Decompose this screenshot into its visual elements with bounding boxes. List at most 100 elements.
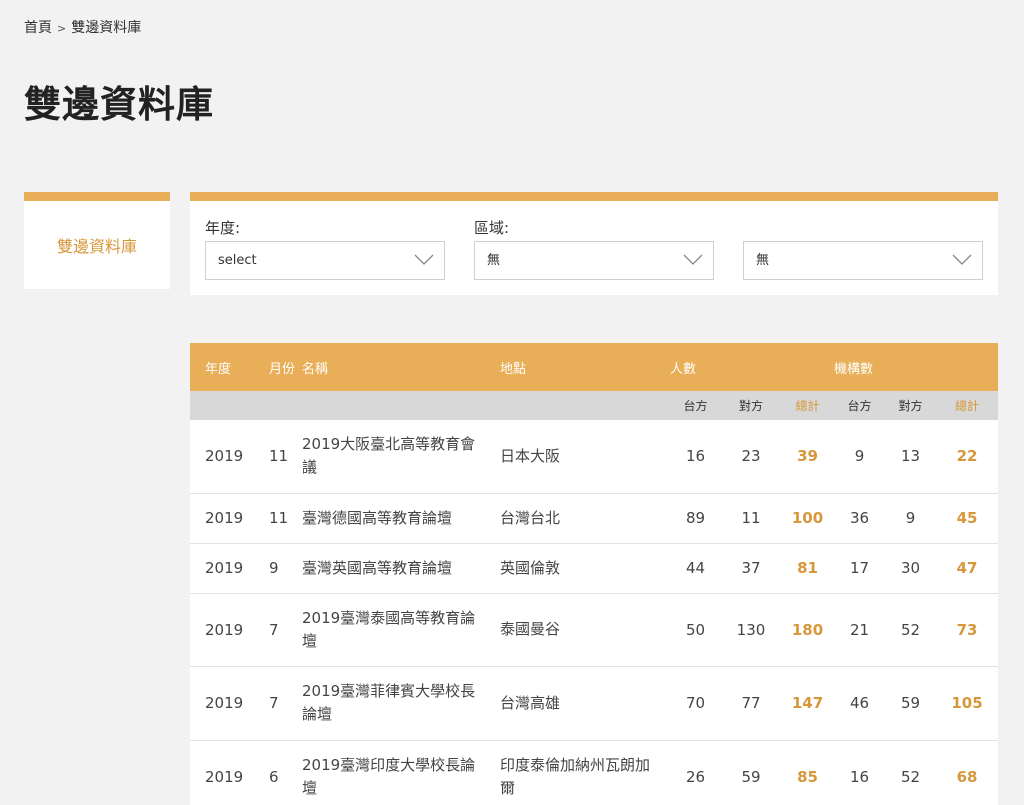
subheader-inst-partner: 對方 xyxy=(898,399,923,413)
table-row[interactable]: 2019 11 2019大阪臺北高等教育會議 日本大阪 16 23 39 9 1… xyxy=(190,420,998,494)
subheader-people-taiwan: 台方 xyxy=(683,399,708,413)
cell-year: 2019 xyxy=(190,493,254,544)
cell-name: 2019大阪臺北高等教育會議 xyxy=(302,420,500,494)
cell-inst-partner: 30 xyxy=(885,543,936,594)
cell-inst-total: 68 xyxy=(936,740,998,805)
cell-month: 6 xyxy=(254,740,302,805)
table-row[interactable]: 2019 11 臺灣德國高等教育論壇 台灣台北 89 11 100 36 9 4… xyxy=(190,493,998,544)
cell-inst-total: 73 xyxy=(936,593,998,667)
cell-inst-total: 45 xyxy=(936,493,998,544)
region-filter-label: 區域: xyxy=(474,219,510,237)
cell-location: 台灣高雄 xyxy=(500,666,670,741)
cell-name: 臺灣英國高等教育論壇 xyxy=(302,543,500,594)
breadcrumb-home-link[interactable]: 首頁 xyxy=(24,20,52,36)
cell-people-total: 81 xyxy=(781,543,834,594)
header-month: 月份 xyxy=(269,361,296,377)
cell-year: 2019 xyxy=(190,593,254,667)
cell-inst-total: 105 xyxy=(936,666,998,741)
table-row[interactable]: 2019 6 2019臺灣印度大學校長論壇 印度泰倫加納州瓦朗加爾 26 59 … xyxy=(190,740,998,805)
cell-month: 7 xyxy=(254,593,302,667)
header-institutions: 機構數 xyxy=(834,361,874,377)
region-select[interactable]: 無 xyxy=(474,241,714,280)
cell-inst-total: 47 xyxy=(936,543,998,594)
cell-inst-partner: 59 xyxy=(885,666,936,741)
subheader-inst-total: 總計 xyxy=(955,399,980,413)
data-table-container: 年度 月份 名稱 地點 人數 機構數 台方 對方 總計 台方 對方 總計 201… xyxy=(190,343,998,805)
sub-region-select-value: 無 xyxy=(756,253,770,268)
cell-inst-taiwan: 46 xyxy=(834,666,885,741)
subheader-people-total: 總計 xyxy=(795,399,820,413)
cell-location: 英國倫敦 xyxy=(500,543,670,594)
sub-region-select[interactable]: 無 xyxy=(743,241,983,280)
header-location: 地點 xyxy=(500,361,527,377)
cell-inst-partner: 52 xyxy=(885,740,936,805)
sidebar-nav: 雙邊資料庫 xyxy=(24,192,170,289)
cell-people-partner: 23 xyxy=(721,420,781,494)
cell-inst-partner: 9 xyxy=(885,493,936,544)
subheader-people-partner: 對方 xyxy=(738,399,763,413)
cell-people-taiwan: 16 xyxy=(670,420,721,494)
table-subheader-row: 台方 對方 總計 台方 對方 總計 xyxy=(190,391,998,420)
header-year: 年度 xyxy=(205,361,232,377)
cell-people-total: 100 xyxy=(781,493,834,544)
cell-people-partner: 130 xyxy=(721,593,781,667)
cell-people-total: 180 xyxy=(781,593,834,667)
cell-year: 2019 xyxy=(190,666,254,741)
cell-people-taiwan: 50 xyxy=(670,593,721,667)
cell-month: 9 xyxy=(254,543,302,594)
cell-inst-taiwan: 36 xyxy=(834,493,885,544)
cell-year: 2019 xyxy=(190,420,254,494)
cell-inst-taiwan: 21 xyxy=(834,593,885,667)
cell-people-partner: 59 xyxy=(721,740,781,805)
cell-inst-taiwan: 16 xyxy=(834,740,885,805)
cell-people-taiwan: 89 xyxy=(670,493,721,544)
cell-month: 11 xyxy=(254,420,302,494)
bilateral-data-table: 年度 月份 名稱 地點 人數 機構數 台方 對方 總計 台方 對方 總計 201… xyxy=(190,343,998,805)
breadcrumb-current[interactable]: 雙邊資料庫 xyxy=(71,20,141,36)
cell-people-total: 39 xyxy=(781,420,834,494)
cell-people-taiwan: 26 xyxy=(670,740,721,805)
cell-name: 2019臺灣印度大學校長論壇 xyxy=(302,740,500,805)
cell-location: 泰國曼谷 xyxy=(500,593,670,667)
year-select[interactable]: select xyxy=(205,241,445,280)
cell-inst-taiwan: 9 xyxy=(834,420,885,494)
cell-year: 2019 xyxy=(190,740,254,805)
chevron-down-icon xyxy=(683,254,703,265)
region-select-value: 無 xyxy=(487,253,501,268)
table-row[interactable]: 2019 9 臺灣英國高等教育論壇 英國倫敦 44 37 81 17 30 47 xyxy=(190,543,998,594)
cell-people-partner: 11 xyxy=(721,493,781,544)
cell-name: 2019臺灣泰國高等教育論壇 xyxy=(302,593,500,667)
chevron-down-icon xyxy=(414,254,434,265)
cell-people-taiwan: 70 xyxy=(670,666,721,741)
cell-name: 2019臺灣菲律賓大學校長論壇 xyxy=(302,666,500,741)
cell-people-partner: 37 xyxy=(721,543,781,594)
year-filter-label: 年度: xyxy=(205,219,241,237)
subheader-inst-taiwan: 台方 xyxy=(847,399,872,413)
cell-month: 7 xyxy=(254,666,302,741)
year-select-value: select xyxy=(218,253,257,268)
table-row[interactable]: 2019 7 2019臺灣菲律賓大學校長論壇 台灣高雄 70 77 147 46… xyxy=(190,666,998,741)
breadcrumb-separator: > xyxy=(57,22,67,35)
table-row[interactable]: 2019 7 2019臺灣泰國高等教育論壇 泰國曼谷 50 130 180 21… xyxy=(190,593,998,667)
cell-inst-partner: 13 xyxy=(885,420,936,494)
header-people: 人數 xyxy=(670,361,697,377)
breadcrumb: 首頁 > 雙邊資料庫 xyxy=(24,17,141,37)
table-header-row: 年度 月份 名稱 地點 人數 機構數 xyxy=(190,343,998,391)
cell-inst-taiwan: 17 xyxy=(834,543,885,594)
cell-year: 2019 xyxy=(190,543,254,594)
cell-inst-partner: 52 xyxy=(885,593,936,667)
cell-people-taiwan: 44 xyxy=(670,543,721,594)
header-name: 名稱 xyxy=(302,361,329,377)
cell-people-partner: 77 xyxy=(721,666,781,741)
cell-inst-total: 22 xyxy=(936,420,998,494)
cell-people-total: 147 xyxy=(781,666,834,741)
cell-name: 臺灣德國高等教育論壇 xyxy=(302,493,500,544)
cell-location: 日本大阪 xyxy=(500,420,670,494)
page-title: 雙邊資料庫 xyxy=(24,82,214,126)
cell-location: 印度泰倫加納州瓦朗加爾 xyxy=(500,740,670,805)
filter-panel: 年度: select 區域: 無 無 xyxy=(190,192,998,295)
chevron-down-icon xyxy=(952,254,972,265)
cell-location: 台灣台北 xyxy=(500,493,670,544)
sidebar-item-bilateral-database[interactable]: 雙邊資料庫 xyxy=(57,233,137,257)
cell-people-total: 85 xyxy=(781,740,834,805)
